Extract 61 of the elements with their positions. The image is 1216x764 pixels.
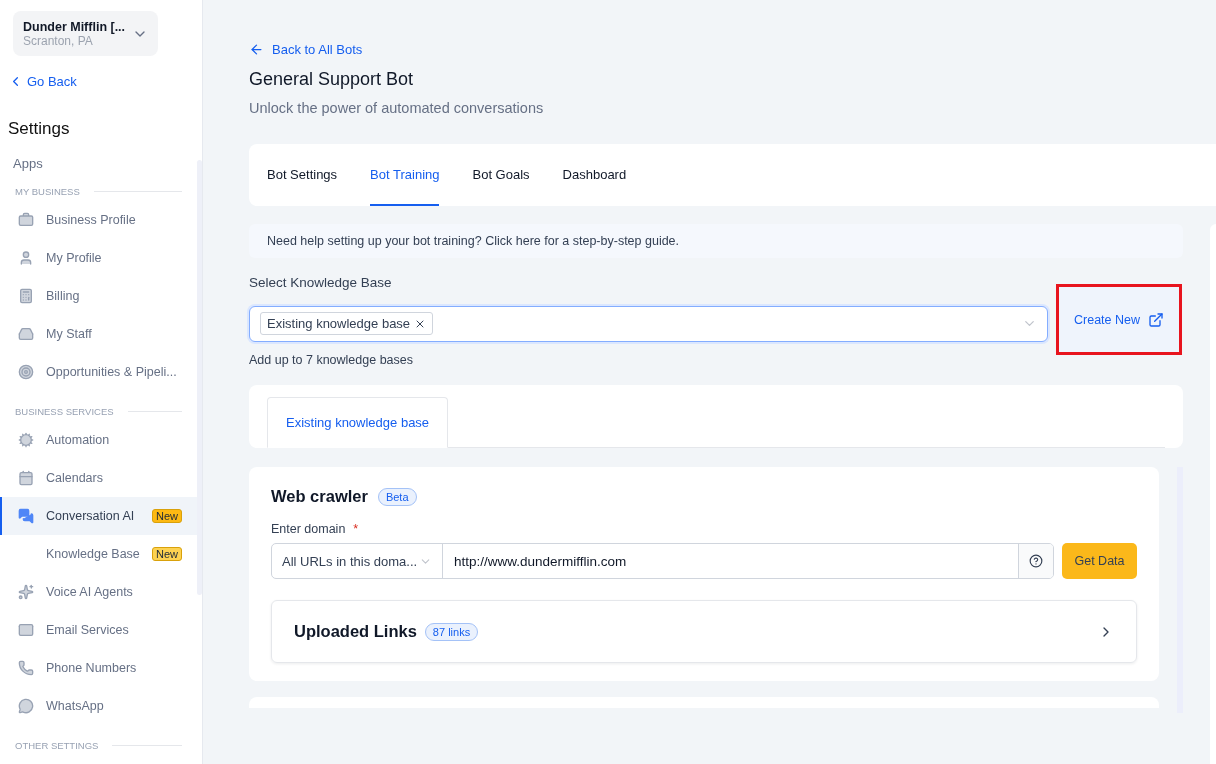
chat-icon bbox=[18, 698, 34, 714]
sidebar-item[interactable]: Voice AI Agents bbox=[0, 573, 197, 611]
calculator-icon bbox=[18, 288, 34, 304]
card-title: Web crawler bbox=[271, 487, 368, 506]
help-icon bbox=[1029, 554, 1043, 568]
new-badge: New bbox=[152, 509, 182, 523]
briefcase-icon bbox=[18, 212, 34, 228]
sidebar-item[interactable]: Knowledge Base New bbox=[0, 535, 197, 573]
workspace-name: Dunder Mifflin [... bbox=[23, 19, 126, 34]
tab[interactable]: Existing knowledge base bbox=[267, 397, 449, 448]
domain-field[interactable]: All URLs in this doma... http://www.dundermifflin.com bbox=[271, 543, 1054, 579]
page-subtitle: Unlock the power of automated conversations bbox=[249, 100, 545, 116]
sidebar-title: Settings bbox=[8, 119, 71, 139]
chat-bubbles-icon bbox=[18, 508, 34, 524]
sidebar-item[interactable]: Email Services bbox=[0, 611, 197, 649]
target-icon bbox=[18, 364, 34, 380]
beta-badge: Beta bbox=[377, 487, 417, 506]
sidebar-item[interactable]: Calendars bbox=[0, 459, 197, 497]
sidebar-item[interactable]: Opportunities & Pipeli... bbox=[0, 353, 197, 391]
sidebar-item[interactable]: Apps bbox=[13, 156, 43, 171]
scrollbar[interactable] bbox=[197, 160, 202, 595]
get-data-button[interactable]: Get Data bbox=[1062, 543, 1137, 579]
external-link-icon bbox=[1148, 311, 1164, 328]
required-mark: * bbox=[353, 522, 359, 536]
sidebar-item[interactable]: Billing bbox=[0, 277, 197, 315]
sidebar-item[interactable]: Automation bbox=[0, 421, 197, 459]
sparkles-icon bbox=[18, 584, 34, 600]
workspace-switcher[interactable]: Dunder Mifflin [... Scranton, PA bbox=[13, 11, 158, 56]
section-heading: OTHER SETTINGS bbox=[15, 739, 99, 751]
links-count-badge: 87 links bbox=[424, 622, 479, 641]
create-new-button[interactable]: Create New bbox=[1059, 287, 1179, 352]
knowledge-base-select[interactable]: Existing knowledge base bbox=[249, 305, 1048, 342]
sidebar-item[interactable]: My Profile bbox=[0, 239, 197, 277]
phone-icon bbox=[18, 660, 34, 676]
person-icon bbox=[18, 250, 34, 266]
tab[interactable]: Bot Goals bbox=[472, 144, 530, 206]
sidebar-item[interactable]: Conversation AI New bbox=[0, 497, 197, 535]
tab[interactable]: Bot Training bbox=[370, 144, 440, 206]
field-label: Select Knowledge Base bbox=[249, 275, 393, 290]
sidebar-item[interactable]: Business Profile bbox=[0, 201, 197, 239]
selected-chip[interactable]: Existing knowledge base bbox=[260, 312, 434, 335]
hint-text: Add up to 7 knowledge bases bbox=[249, 353, 414, 367]
help-button[interactable] bbox=[1018, 544, 1053, 578]
section-heading: BUSINESS SERVICES bbox=[15, 405, 114, 417]
page-title: General Support Bot bbox=[249, 69, 415, 90]
tab[interactable]: Bot Settings bbox=[267, 144, 338, 206]
sidebar-item[interactable]: Phone Numbers bbox=[0, 649, 197, 687]
workspace-location: Scranton, PA bbox=[23, 33, 94, 48]
help-banner[interactable]: Need help setting up your bot training? Click here for a step-by-step guide. bbox=[249, 224, 1183, 258]
sidebar-item[interactable]: WhatsApp bbox=[0, 687, 197, 725]
go-back-link[interactable]: Go Back bbox=[8, 74, 202, 89]
section-heading: MY BUSINESS bbox=[15, 185, 80, 197]
tab[interactable]: Dashboard bbox=[562, 144, 627, 206]
new-badge: New bbox=[152, 547, 182, 561]
sidebar-item[interactable]: My Staff bbox=[0, 315, 197, 353]
uploaded-links-row[interactable]: Uploaded Links 87 links bbox=[271, 600, 1137, 663]
inbox-icon bbox=[18, 326, 34, 342]
calendar-icon bbox=[18, 470, 34, 486]
field-label: Enter domain bbox=[271, 522, 346, 536]
scope-value: All URLs in this doma... bbox=[282, 553, 418, 569]
back-link[interactable]: Back to All Bots bbox=[249, 42, 1216, 57]
